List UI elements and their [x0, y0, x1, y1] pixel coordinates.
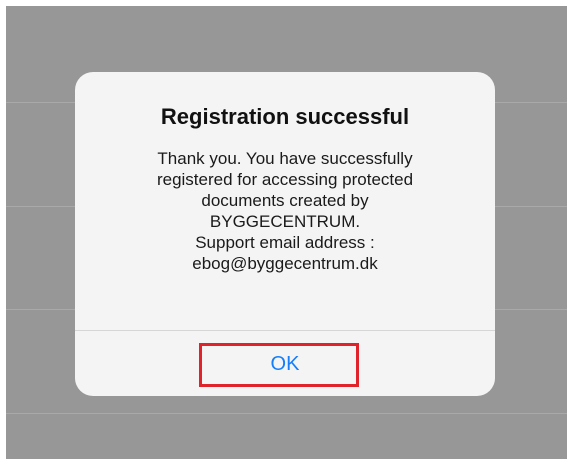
- alert-message-line: BYGGECENTRUM.: [209, 212, 361, 231]
- alert-title: Registration successful: [160, 104, 410, 129]
- list-row-divider: [6, 413, 567, 414]
- ok-button-label: OK: [270, 353, 300, 375]
- registration-alert-dialog: Registration successful Thank you. You h…: [75, 72, 495, 396]
- alert-body: Registration successful Thank you. You h…: [75, 72, 495, 330]
- alert-message-line: documents created by: [201, 191, 369, 210]
- dimmed-background: Registration successful Thank you. You h…: [6, 6, 567, 459]
- ok-button[interactable]: OK: [75, 331, 495, 396]
- support-email: ebog@byggecentrum.dk: [192, 254, 378, 273]
- alert-message: Thank you. You have successfully registe…: [105, 148, 465, 274]
- alert-message-line: Thank you. You have successfully: [157, 149, 413, 168]
- alert-message-line: Support email address :: [195, 233, 375, 252]
- alert-message-line: registered for accessing protected: [156, 170, 414, 189]
